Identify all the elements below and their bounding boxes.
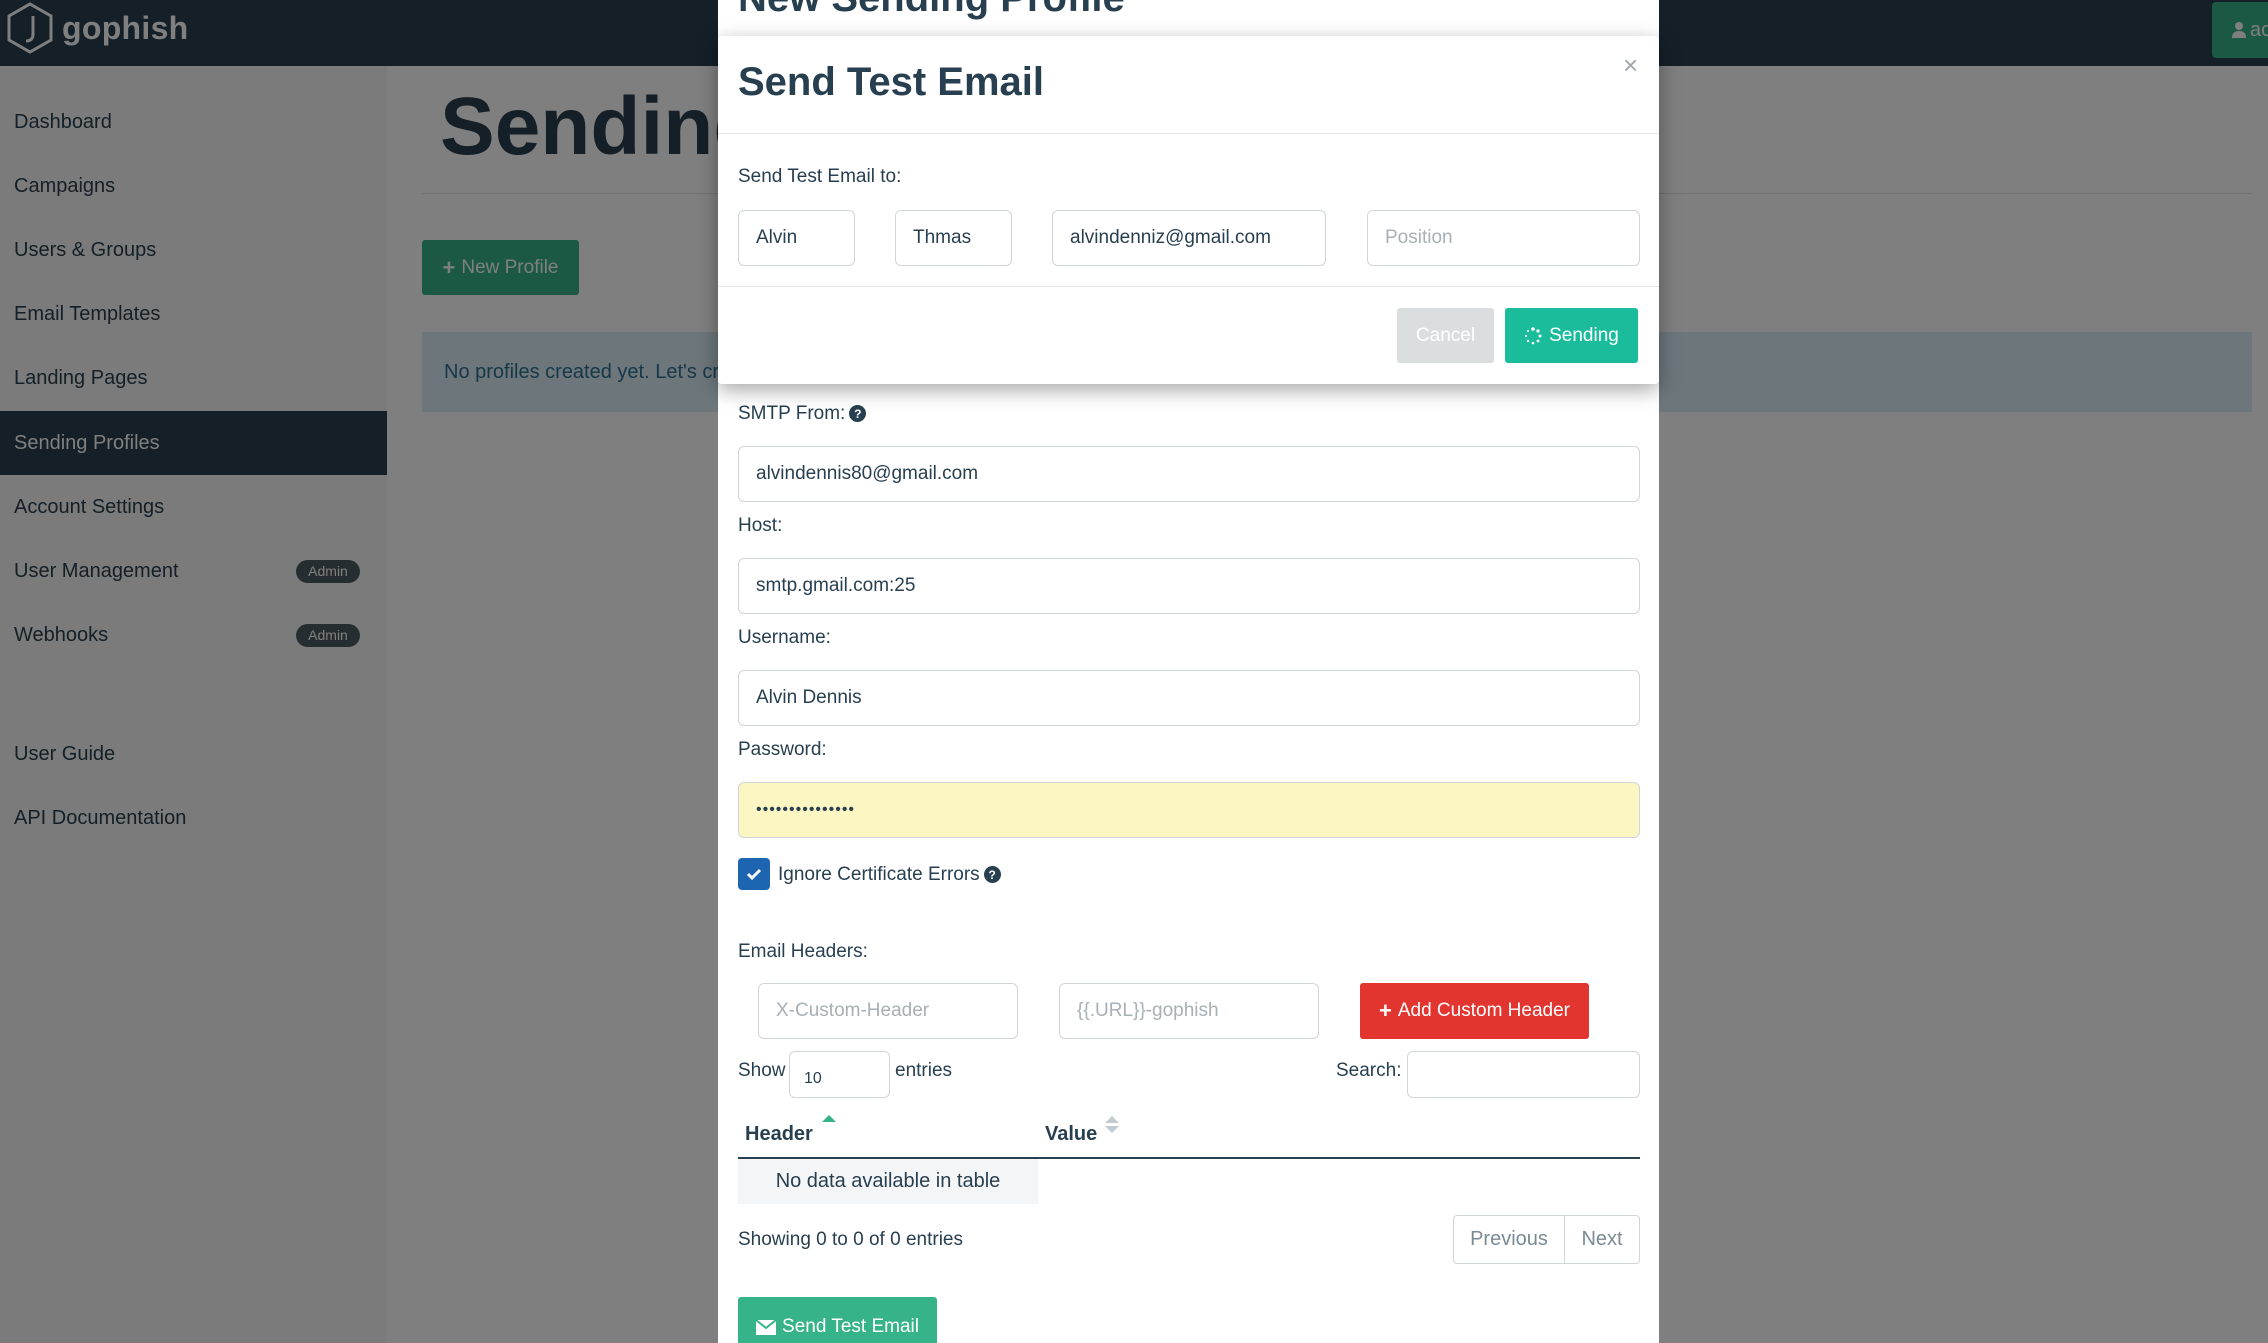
email-value: alvindenniz@gmail.com bbox=[1070, 227, 1271, 248]
ignore-cert-checkbox[interactable] bbox=[738, 858, 770, 890]
sending-button[interactable]: Sending bbox=[1505, 308, 1638, 363]
add-custom-header-button[interactable]: + Add Custom Header bbox=[1360, 983, 1589, 1039]
envelope-icon bbox=[756, 1319, 777, 1335]
add-custom-header-label: Add Custom Header bbox=[1397, 1000, 1570, 1021]
smtp-from-label-text: SMTP From: bbox=[738, 403, 846, 424]
header-value-input[interactable]: {{.URL}}-gophish bbox=[1059, 983, 1319, 1039]
host-field[interactable]: smtp.gmail.com:25 bbox=[738, 558, 1640, 614]
smtp-from-field[interactable]: alvindennis80@gmail.com bbox=[738, 446, 1640, 502]
last-name-value: Thmas bbox=[913, 227, 972, 248]
sending-label: Sending bbox=[1549, 324, 1619, 346]
cancel-button[interactable]: Cancel bbox=[1397, 308, 1494, 363]
send-to-label: Send Test Email to: bbox=[738, 166, 902, 187]
entries-label: entries bbox=[895, 1060, 953, 1081]
host-label: Host: bbox=[738, 515, 783, 536]
position-placeholder: Position bbox=[1385, 227, 1453, 248]
password-field[interactable]: ••••••••••••••• bbox=[738, 782, 1640, 838]
email-headers-label: Email Headers: bbox=[738, 941, 868, 962]
smtp-from-label: SMTP From:? bbox=[738, 403, 867, 425]
table-pagination: Previous Next bbox=[1453, 1215, 1640, 1264]
send-test-email-label: Send Test Email bbox=[782, 1316, 919, 1337]
show-label: Show bbox=[738, 1060, 786, 1081]
help-icon[interactable]: ? bbox=[849, 405, 867, 423]
smtp-from-value: alvindennis80@gmail.com bbox=[756, 463, 979, 484]
header-key-placeholder: X-Custom-Header bbox=[776, 1000, 930, 1021]
modal-footer-divider bbox=[718, 286, 1659, 287]
plus-icon: + bbox=[1378, 998, 1392, 1023]
cancel-label: Cancel bbox=[1415, 324, 1476, 346]
modal-header-divider bbox=[718, 133, 1659, 134]
entries-select[interactable]: 10 bbox=[789, 1051, 890, 1098]
username-value: Alvin Dennis bbox=[756, 687, 862, 708]
checkmark-icon bbox=[746, 868, 762, 881]
search-label: Search: bbox=[1336, 1060, 1402, 1081]
column-header-header[interactable]: Header bbox=[745, 1123, 813, 1146]
last-name-input[interactable]: Thmas bbox=[895, 210, 1012, 266]
test-modal-title: Send Test Email bbox=[738, 60, 1045, 104]
password-label: Password: bbox=[738, 739, 827, 760]
next-page-button[interactable]: Next bbox=[1565, 1216, 1639, 1263]
ignore-cert-label-text: Ignore Certificate Errors bbox=[778, 864, 980, 885]
send-test-email-modal: Send Test Email × Send Test Email to: Al… bbox=[718, 36, 1659, 384]
close-icon[interactable]: × bbox=[1623, 52, 1638, 78]
header-value-placeholder: {{.URL}}-gophish bbox=[1077, 1000, 1219, 1021]
first-name-input[interactable]: Alvin bbox=[738, 210, 855, 266]
email-input[interactable]: alvindenniz@gmail.com bbox=[1052, 210, 1326, 266]
sort-icon bbox=[1105, 1116, 1119, 1134]
previous-page-button[interactable]: Previous bbox=[1454, 1216, 1565, 1263]
profile-modal-title: New Sending Profile bbox=[738, 0, 1125, 21]
sort-ascending-icon bbox=[822, 1115, 836, 1122]
table-search-input[interactable] bbox=[1407, 1051, 1640, 1098]
showing-entries-text: Showing 0 to 0 of 0 entries bbox=[738, 1229, 963, 1250]
username-label: Username: bbox=[738, 627, 831, 648]
first-name-value: Alvin bbox=[756, 227, 798, 248]
position-input[interactable]: Position bbox=[1367, 210, 1640, 266]
empty-table-text: No data available in table bbox=[775, 1170, 1001, 1192]
ignore-cert-label: Ignore Certificate Errors? bbox=[778, 864, 1001, 886]
password-value: ••••••••••••••• bbox=[756, 801, 856, 818]
column-header-value[interactable]: Value bbox=[1045, 1123, 1097, 1146]
empty-table-cell: No data available in table bbox=[738, 1159, 1038, 1204]
host-value: smtp.gmail.com:25 bbox=[756, 575, 916, 596]
entries-value: 10 bbox=[804, 1069, 822, 1087]
username-field[interactable]: Alvin Dennis bbox=[738, 670, 1640, 726]
help-icon[interactable]: ? bbox=[983, 866, 1001, 884]
send-test-email-button[interactable]: Send Test Email bbox=[738, 1297, 937, 1343]
header-key-input[interactable]: X-Custom-Header bbox=[758, 983, 1018, 1039]
spinner-icon bbox=[1525, 326, 1542, 344]
